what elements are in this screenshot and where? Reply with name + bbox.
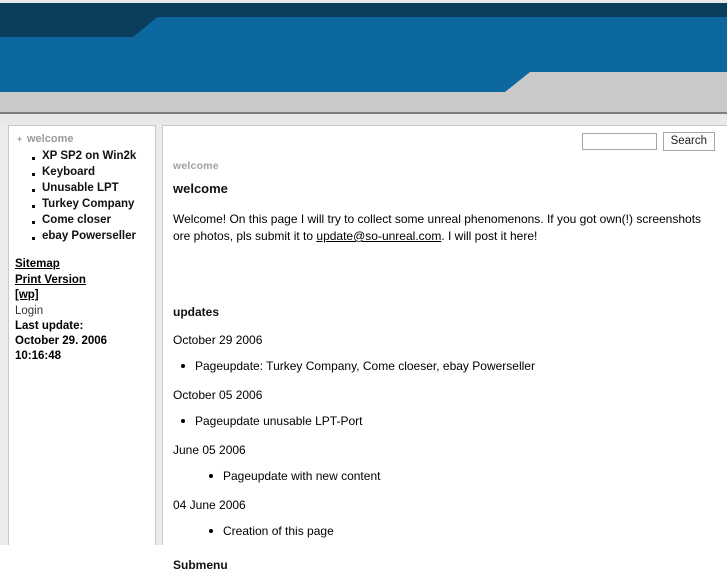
list-item: Pageupdate: Turkey Company, Come cloeser… (181, 359, 715, 374)
sidebar-item-turkey-company[interactable]: Turkey Company (31, 196, 151, 212)
update-list: Pageupdate: Turkey Company, Come cloeser… (173, 359, 715, 374)
intro-text-after: . I will post it here! (441, 229, 538, 243)
sitemap-link[interactable]: Sitemap (15, 257, 151, 272)
search-button[interactable]: Search (662, 132, 715, 151)
list-item: Pageupdate with new content (209, 469, 715, 484)
submit-email-link[interactable]: update@so-unreal.com (316, 229, 441, 243)
page-title: welcome (173, 181, 228, 196)
update-list: Pageupdate unusable LPT-Port (173, 414, 715, 429)
update-date: 04 June 2006 (173, 498, 246, 512)
sidebar-item-keyboard[interactable]: Keyboard (31, 164, 151, 180)
sidebar: + welcome XP SP2 on Win2k Keyboard Unusab… (8, 125, 156, 545)
expander-plus-icon[interactable]: + (17, 132, 27, 147)
site-header-banner (0, 0, 727, 125)
sidebar-subnav: XP SP2 on Win2k Keyboard Unusable LPT Tu… (17, 148, 151, 244)
login-link[interactable]: Login (15, 304, 151, 319)
last-update-label: Last update: (15, 319, 84, 332)
search-input[interactable] (581, 133, 657, 150)
updates-heading: updates (173, 305, 220, 319)
sidebar-item-welcome-label: welcome (27, 133, 74, 145)
print-version-link[interactable]: Print Version (15, 273, 151, 288)
submenu-heading: Submenu (173, 558, 228, 572)
list-item: Creation of this page (209, 524, 715, 539)
sidebar-item-xp-sp2-on-win2k[interactable]: XP SP2 on Win2k (31, 148, 151, 164)
page-body: + welcome XP SP2 on Win2k Keyboard Unusab… (0, 125, 727, 572)
sidebar-item-ebay-powerseller[interactable]: ebay Powerseller (31, 228, 151, 244)
sidebar-nav: + welcome XP SP2 on Win2k Keyboard Unusab… (13, 132, 151, 244)
last-update-value: October 29. 2006 10:16:48 (15, 334, 108, 362)
list-item: Pageupdate unusable LPT-Port (181, 414, 715, 429)
banner-graphic (0, 0, 727, 125)
breadcrumb: welcome (173, 160, 219, 172)
sidebar-item-unusable-lpt[interactable]: Unusable LPT (31, 180, 151, 196)
sidebar-links: Sitemap Print Version [wp] Login Last up… (13, 257, 151, 364)
banner-bottom-rule (0, 112, 727, 114)
update-date: October 29 2006 (173, 333, 263, 347)
sidebar-item-come-closer[interactable]: Come closer (31, 212, 151, 228)
search-area: Search (581, 132, 715, 151)
wp-link[interactable]: [wp] (15, 288, 151, 303)
main-content: Search welcome welcome Welcome! On this … (162, 125, 727, 572)
intro-paragraph: Welcome! On this page I will try to coll… (173, 211, 708, 245)
update-list: Creation of this page (173, 524, 715, 539)
update-date: June 05 2006 (173, 443, 246, 457)
update-list: Pageupdate with new content (173, 469, 715, 484)
update-date: October 05 2006 (173, 388, 263, 402)
sidebar-item-welcome[interactable]: + welcome XP SP2 on Win2k Keyboard Unusab… (15, 132, 151, 244)
